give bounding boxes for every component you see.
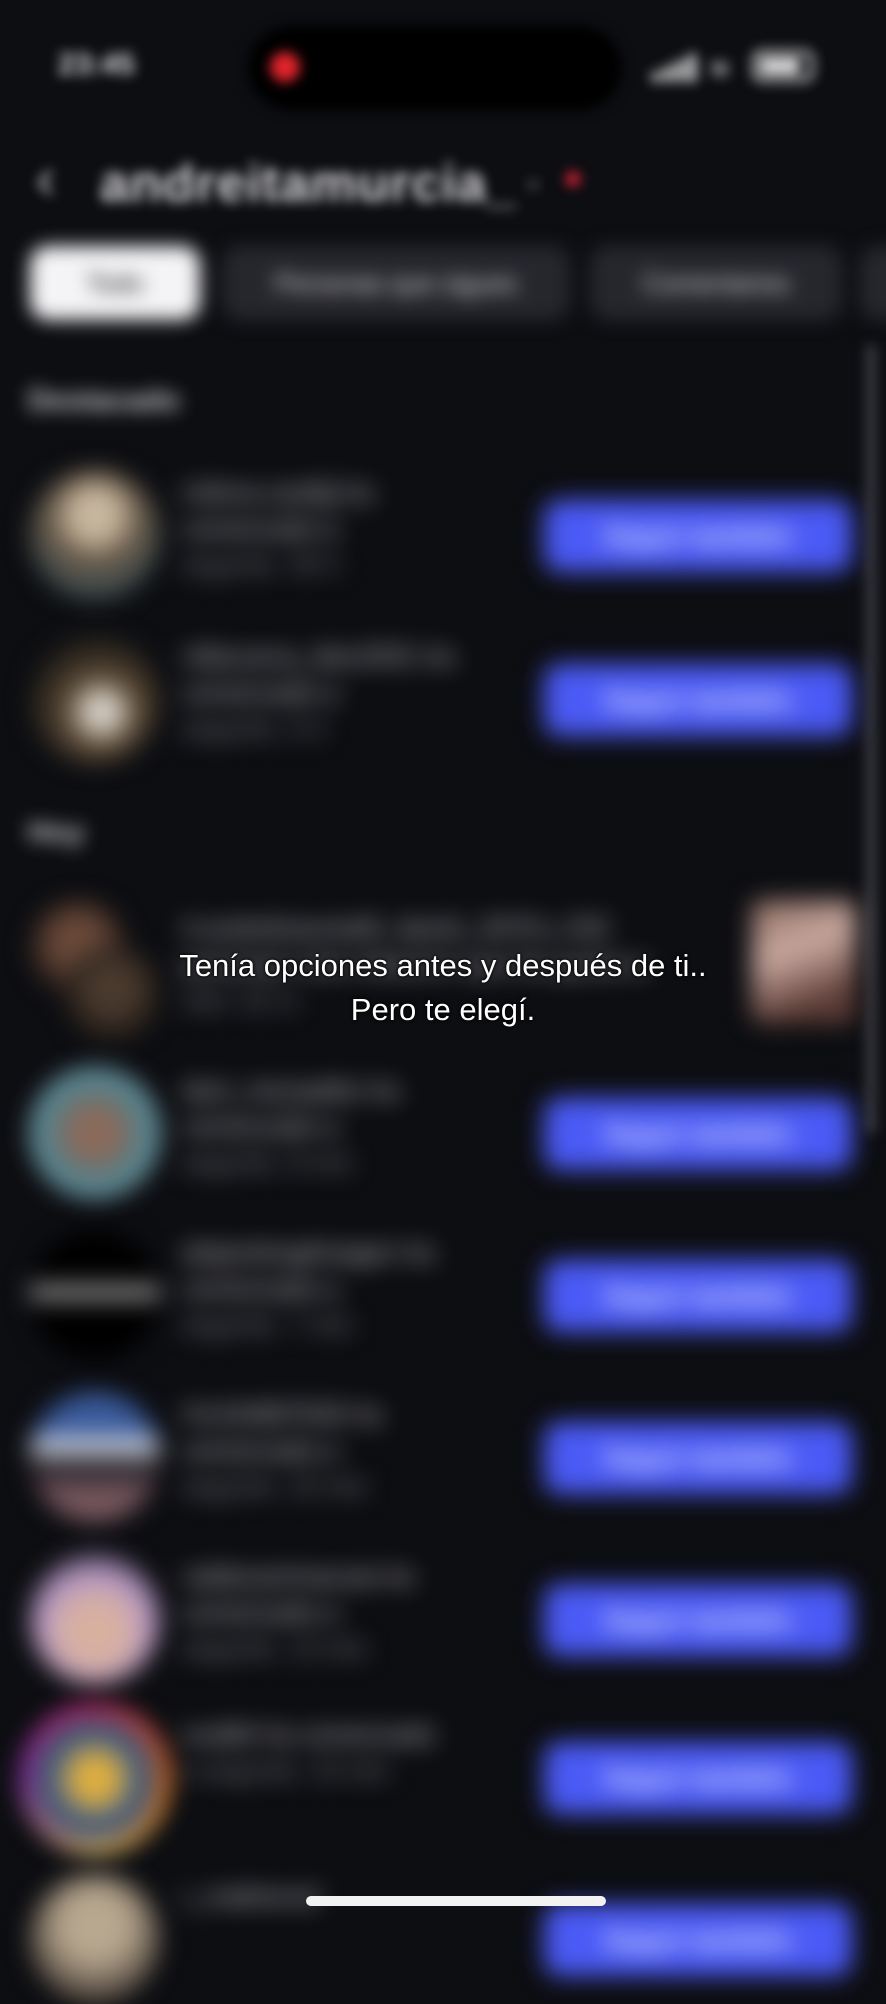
follow-back-button[interactable]: Seguir también (544, 1742, 852, 1814)
list-item[interactable]: ovalfel ha comenzado a seguirte. 10 min S… (0, 1704, 886, 1854)
follow-back-button[interactable]: Seguir también (544, 500, 852, 572)
chevron-left-icon[interactable]: ‹ (36, 150, 76, 208)
status-bar: 23:45 ≋ (0, 0, 886, 130)
notification-text: ovalfel ha comenzado a seguirte. 10 min (182, 1719, 435, 1785)
list-item[interactable]: H1434897635 ha comenzado a seguirte. 10 mi… (0, 1392, 886, 1522)
notification-text: H1434897635 ha comenzado a seguirte. 10 mi… (182, 1399, 382, 1501)
avatar[interactable] (30, 470, 160, 600)
avatar[interactable] (30, 634, 160, 764)
avatar[interactable] (30, 1068, 160, 1198)
avatar[interactable] (30, 1230, 160, 1360)
status-time: 23:45 (58, 48, 135, 81)
wifi-icon: ≋ (708, 53, 732, 84)
section-today: Hoy (28, 816, 85, 849)
avatar[interactable] (30, 1554, 160, 1684)
list-item[interactable]: alejandrogdmagen ha comenzado a seguirte. … (0, 1230, 886, 1360)
notification-text: valdezanimacuta ha comenzado a seguirte. 1… (182, 1561, 414, 1663)
follow-back-button[interactable]: Seguir también (544, 664, 852, 736)
home-indicator[interactable] (306, 1896, 606, 1906)
follow-back-button[interactable]: Seguir también (544, 1584, 852, 1656)
account-username[interactable]: andreitamurcia_ (100, 154, 517, 214)
follow-back-button[interactable]: Seguir también (544, 1260, 852, 1332)
follow-back-button[interactable]: Seguir también (544, 1098, 852, 1170)
follow-back-button[interactable]: Seguir también (544, 1904, 852, 1976)
caption-line-1: Tenía opciones antes y después de ti.. (179, 948, 707, 983)
filter-tabs: Todo Personas que sigues Comentarios (0, 246, 886, 322)
list-item[interactable]: dani_mezaatiks ha comenzado a seguirte. 8 … (0, 1068, 886, 1198)
list-item[interactable]: r_mathersol Seguir también (0, 1874, 886, 2004)
header: ‹ andreitamurcia_ ⌄ (0, 140, 886, 220)
avatar[interactable] (30, 1874, 160, 2004)
list-item[interactable]: villanueva_diez2001 ha comenzado a seguirt… (0, 634, 886, 764)
notification-text: villanueva_diez2001 ha comenzado a seguirt… (182, 641, 454, 743)
follow-back-button[interactable]: Seguir también (544, 1422, 852, 1494)
tab-more[interactable] (860, 246, 886, 320)
video-caption: Tenía opciones antes y después de ti.. P… (0, 944, 886, 1032)
notification-text: dani_mezaatiks ha comenzado a seguirte. 8 … (182, 1075, 399, 1177)
caption-line-2: Pero te elegí. (350, 992, 536, 1027)
notification-text: milena.castiljj ha comenzado a seguirte. 4… (182, 477, 373, 579)
list-item[interactable]: valdezanimacuta ha comenzado a seguirte. 1… (0, 1554, 886, 1684)
list-item[interactable]: milena.castiljj ha comenzado a seguirte. 4… (0, 470, 886, 600)
avatar[interactable] (32, 1716, 158, 1842)
battery-icon (752, 50, 814, 82)
tab-following[interactable]: Personas que sigues (222, 246, 570, 320)
tab-todo[interactable]: Todo (30, 246, 200, 320)
avatar[interactable] (30, 1392, 160, 1522)
dynamic-island (248, 26, 622, 110)
notification-text: alejandrogdmagen ha comenzado a seguirte. … (182, 1237, 434, 1339)
notification-dot (566, 172, 580, 186)
recording-dot-icon (270, 52, 300, 82)
chevron-down-icon[interactable]: ⌄ (522, 164, 544, 195)
tab-comments[interactable]: Comentarios (590, 246, 842, 320)
signal-icon (652, 52, 696, 82)
section-featured: Destacado (28, 384, 180, 417)
